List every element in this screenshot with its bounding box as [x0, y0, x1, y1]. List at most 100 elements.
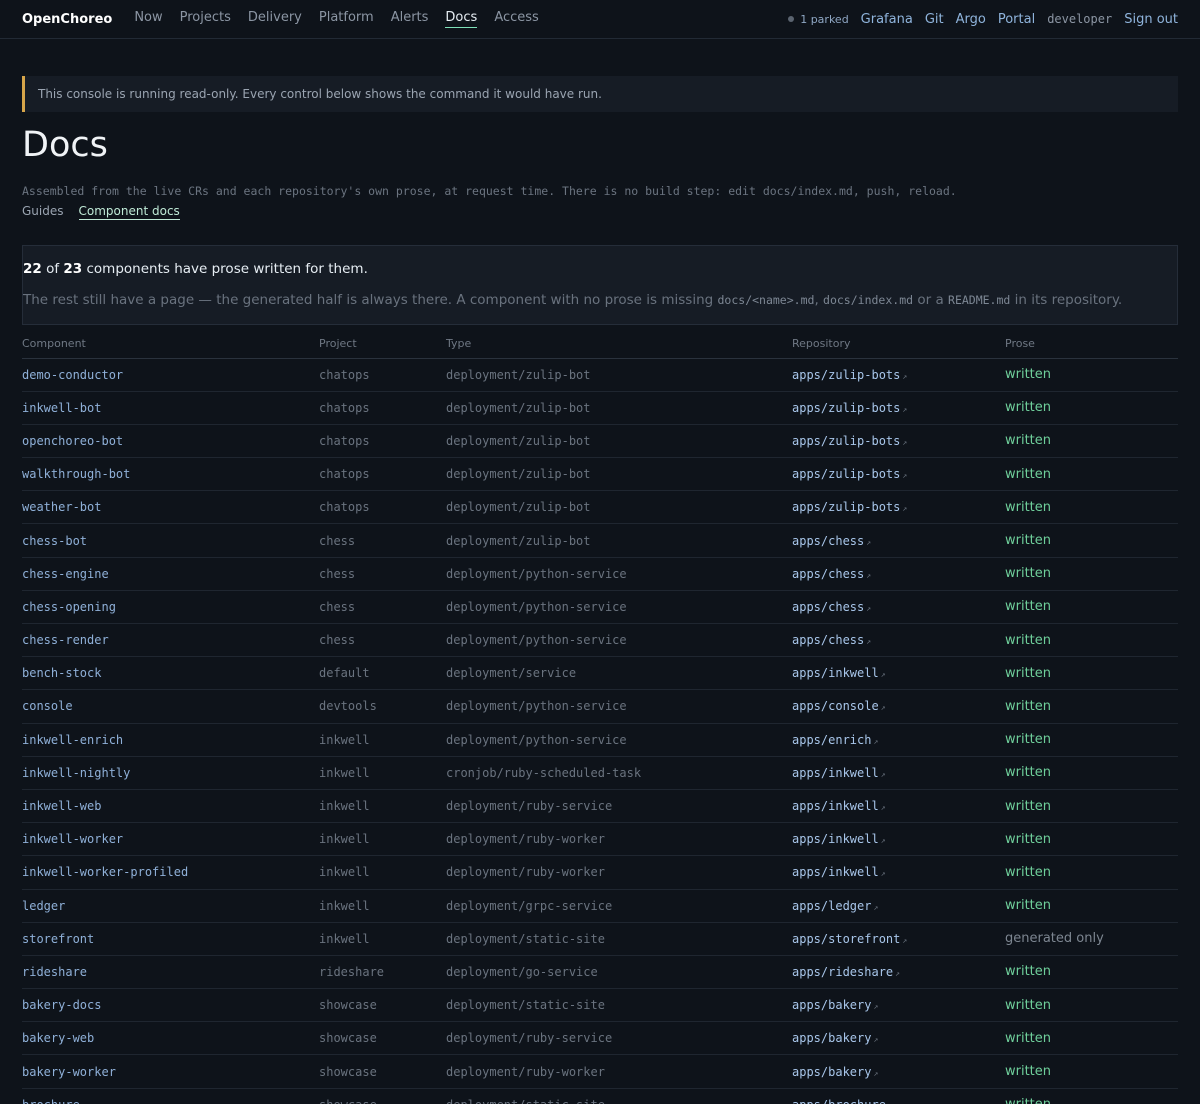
- summary-line: 22 of 23 components have prose written f…: [23, 261, 1177, 277]
- component-link[interactable]: inkwell-worker-profiled: [22, 855, 319, 890]
- component-link[interactable]: ledger: [22, 889, 319, 923]
- external-link-icon: ↗: [866, 637, 872, 647]
- type-cell: deployment/python-service: [446, 689, 792, 724]
- component-link[interactable]: chess-bot: [22, 523, 319, 558]
- component-link[interactable]: bakery-web: [22, 1021, 319, 1056]
- component-link[interactable]: rideshare: [22, 955, 319, 990]
- brand-logo[interactable]: OpenChoreo: [22, 12, 112, 27]
- component-link[interactable]: brochure: [22, 1088, 319, 1104]
- argo-link[interactable]: Argo: [956, 12, 986, 27]
- repository-link[interactable]: apps/bakery ↗: [792, 1054, 1005, 1089]
- status-dot-icon: [788, 16, 795, 22]
- summary-of: of: [46, 261, 60, 277]
- repository-link[interactable]: apps/bakery ↗: [792, 988, 1005, 1023]
- component-link[interactable]: storefront: [22, 922, 319, 956]
- repository-link[interactable]: apps/zulip-bots ↗: [792, 424, 1005, 459]
- repository-label: apps/zulip-bots: [792, 400, 901, 415]
- repository-link[interactable]: apps/inkwell ↗: [792, 789, 1005, 824]
- summary-note: The rest still have a page — the generat…: [23, 292, 1177, 308]
- grafana-link[interactable]: Grafana: [861, 12, 913, 27]
- component-link[interactable]: weather-bot: [22, 490, 319, 525]
- component-link[interactable]: bench-stock: [22, 656, 319, 691]
- git-link[interactable]: Git: [925, 12, 944, 27]
- component-link[interactable]: demo-conductor: [22, 358, 319, 392]
- tab-guides[interactable]: Guides: [22, 204, 64, 220]
- nav-alerts[interactable]: Alerts: [391, 10, 429, 28]
- repository-link[interactable]: apps/zulip-bots ↗: [792, 457, 1005, 492]
- repository-link[interactable]: apps/inkwell ↗: [792, 656, 1005, 691]
- external-link-icon: ↗: [880, 703, 886, 713]
- tab-component-docs[interactable]: Component docs: [78, 204, 180, 220]
- component-link[interactable]: openchoreo-bot: [22, 424, 319, 459]
- component-link[interactable]: console: [22, 689, 319, 724]
- repository-label: apps/zulip-bots: [792, 433, 901, 448]
- table-row: inkwell-worker inkwell deployment/ruby-wor…: [22, 822, 1178, 857]
- component-link[interactable]: chess-engine: [22, 557, 319, 591]
- type-cell: deployment/ruby-worker: [446, 822, 792, 857]
- repository-link[interactable]: apps/storefront ↗: [792, 922, 1005, 956]
- repository-link[interactable]: apps/chess ↗: [792, 523, 1005, 558]
- table-row: chess-engine chess deployment/python-servi…: [22, 557, 1178, 591]
- prose-summary: 22 of 23 components have prose written f…: [22, 245, 1178, 325]
- type-cell: deployment/zulip-bot: [446, 358, 792, 392]
- type-cell: deployment/ruby-service: [446, 789, 792, 824]
- component-link[interactable]: bakery-docs: [22, 988, 319, 1023]
- component-link[interactable]: inkwell-worker: [22, 822, 319, 857]
- nav-docs[interactable]: Docs: [445, 10, 478, 28]
- repository-link[interactable]: apps/brochure↗: [792, 1088, 1005, 1104]
- prose-status: written: [1005, 789, 1178, 824]
- nav-now[interactable]: Now: [134, 10, 162, 28]
- repository-link[interactable]: apps/zulip-bots ↗: [792, 490, 1005, 525]
- repository-link[interactable]: apps/chess ↗: [792, 590, 1005, 625]
- repository-link[interactable]: apps/rideshare ↗: [792, 955, 1005, 990]
- repository-link[interactable]: apps/inkwell ↗: [792, 822, 1005, 857]
- repository-link[interactable]: apps/zulip-bots ↗: [792, 358, 1005, 392]
- component-link[interactable]: inkwell-enrich: [22, 723, 319, 757]
- repository-link[interactable]: apps/zulip-bots ↗: [792, 391, 1005, 425]
- nav-projects[interactable]: Projects: [180, 10, 231, 28]
- component-link[interactable]: inkwell-nightly: [22, 756, 319, 790]
- component-link[interactable]: chess-opening: [22, 590, 319, 625]
- portal-link[interactable]: Portal: [998, 12, 1035, 27]
- docs-tabs: Guides Component docs: [22, 204, 1178, 220]
- prose-status: written: [1005, 955, 1178, 990]
- project-cell: inkwell: [319, 855, 446, 890]
- table-row: storefront inkwell deployment/static-site a…: [22, 922, 1178, 956]
- repository-link[interactable]: apps/inkwell ↗: [792, 756, 1005, 790]
- type-cell: deployment/zulip-bot: [446, 391, 792, 425]
- banner-text: This console is running read-only. Every…: [38, 87, 602, 101]
- repository-link[interactable]: apps/enrich ↗: [792, 723, 1005, 757]
- type-cell: deployment/zulip-bot: [446, 490, 792, 525]
- component-link[interactable]: walkthrough-bot: [22, 457, 319, 492]
- table-row: bakery-web showcase deployment/ruby-servic…: [22, 1021, 1178, 1056]
- component-link[interactable]: inkwell-web: [22, 789, 319, 824]
- prose-status: written: [1005, 391, 1178, 425]
- component-link[interactable]: bakery-worker: [22, 1054, 319, 1089]
- type-cell: deployment/zulip-bot: [446, 523, 792, 558]
- table-row: brochureshowcasedeployment/static-siteap…: [22, 1088, 1178, 1104]
- repository-link[interactable]: apps/inkwell ↗: [792, 855, 1005, 890]
- nav-access[interactable]: Access: [494, 10, 539, 28]
- nav-delivery[interactable]: Delivery: [248, 10, 302, 28]
- nav-right: 1 parked Grafana Git Argo Portal develop…: [788, 12, 1178, 27]
- external-link-icon: ↗: [902, 935, 908, 945]
- prose-status: written: [1005, 358, 1178, 392]
- col-project: Project: [319, 337, 446, 359]
- repository-label: apps/enrich: [792, 732, 872, 747]
- table-row: weather-bot chatops deployment/zulip-bot ap…: [22, 490, 1178, 525]
- repository-link[interactable]: apps/console ↗: [792, 689, 1005, 724]
- table-row: console devtools deployment/python-service…: [22, 689, 1178, 724]
- repository-link[interactable]: apps/ledger ↗: [792, 889, 1005, 923]
- component-link[interactable]: chess-render: [22, 623, 319, 658]
- repository-link[interactable]: apps/chess ↗: [792, 623, 1005, 658]
- total-count: 23: [63, 261, 83, 277]
- table-row: rideshare rideshare deployment/go-service a…: [22, 955, 1178, 990]
- parked-indicator[interactable]: 1 parked: [788, 13, 849, 26]
- component-link[interactable]: inkwell-bot: [22, 391, 319, 425]
- nav-platform[interactable]: Platform: [319, 10, 374, 28]
- col-prose: Prose: [1005, 337, 1178, 359]
- sign-out-link[interactable]: Sign out: [1124, 12, 1178, 27]
- table-row: inkwell-bot chatops deployment/zulip-bot ap…: [22, 391, 1178, 425]
- repository-link[interactable]: apps/bakery ↗: [792, 1021, 1005, 1056]
- repository-link[interactable]: apps/chess ↗: [792, 557, 1005, 591]
